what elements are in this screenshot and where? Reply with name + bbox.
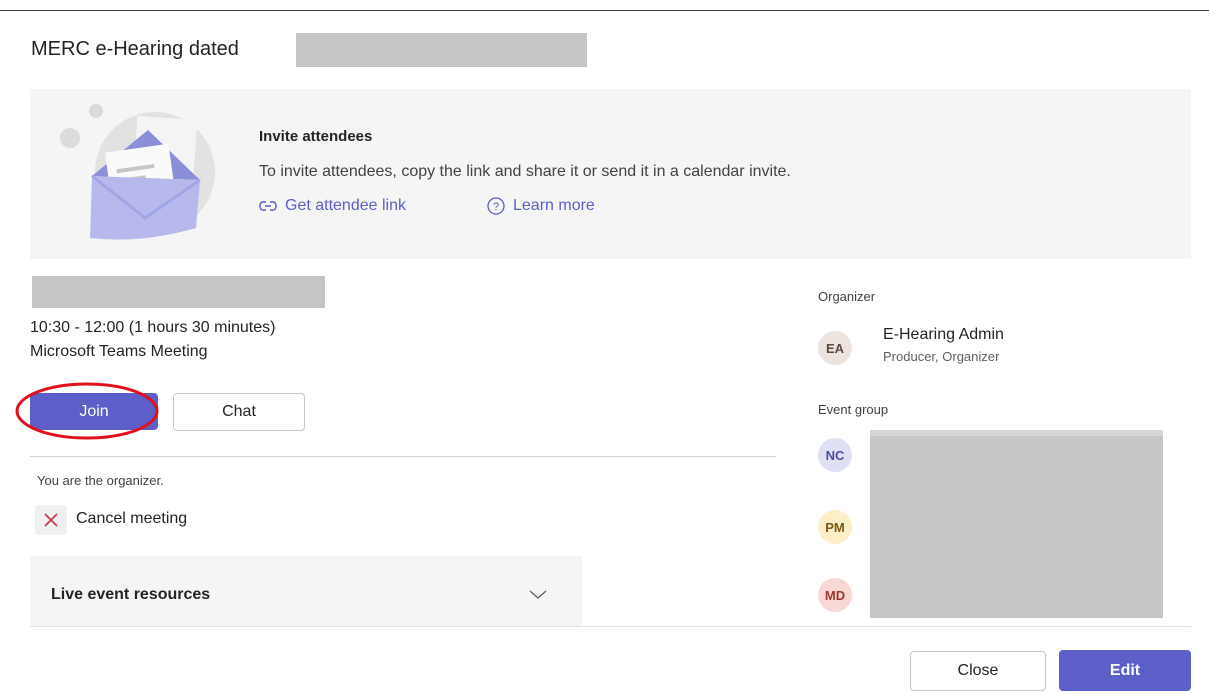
meeting-location: Microsoft Teams Meeting bbox=[30, 343, 208, 360]
live-event-resources-title: Live event resources bbox=[51, 586, 211, 603]
event-group-avatar-nc: NC bbox=[818, 438, 852, 472]
redacted-event-group-names bbox=[870, 430, 1163, 618]
learn-more-link[interactable]: ? Learn more bbox=[487, 197, 595, 215]
cancel-meeting-button[interactable] bbox=[35, 505, 67, 535]
invite-description: To invite attendees, copy the link and s… bbox=[259, 163, 791, 180]
organizer-role: Producer, Organizer bbox=[883, 349, 1000, 364]
svg-text:?: ? bbox=[493, 201, 499, 213]
organizer-name: E-Hearing Admin bbox=[883, 326, 1004, 343]
get-attendee-link[interactable]: Get attendee link bbox=[259, 197, 406, 215]
page-title: MERC e-Hearing dated bbox=[31, 38, 239, 60]
chevron-down-icon[interactable] bbox=[529, 590, 547, 600]
event-group-avatar-md: MD bbox=[818, 578, 852, 612]
chat-button[interactable]: Chat bbox=[173, 393, 305, 431]
close-button[interactable]: Close bbox=[910, 651, 1046, 691]
meeting-time: 10:30 - 12:00 (1 hours 30 minutes) bbox=[30, 319, 276, 336]
organizer-label: Organizer bbox=[818, 289, 876, 304]
annotation-circle bbox=[15, 382, 159, 440]
event-group-avatar-pm: PM bbox=[818, 510, 852, 544]
redacted-date bbox=[296, 33, 587, 67]
top-divider bbox=[0, 10, 1209, 11]
organizer-avatar: EA bbox=[818, 331, 852, 365]
event-group-label: Event group bbox=[818, 402, 889, 417]
organizer-note: You are the organizer. bbox=[37, 473, 164, 488]
envelope-illustration-icon bbox=[60, 104, 215, 240]
help-icon: ? bbox=[487, 197, 505, 215]
cancel-meeting-label[interactable]: Cancel meeting bbox=[76, 510, 187, 528]
invite-title: Invite attendees bbox=[259, 128, 373, 145]
close-icon bbox=[44, 513, 58, 527]
edit-button[interactable]: Edit bbox=[1059, 650, 1191, 691]
redacted-date-line bbox=[32, 276, 325, 308]
link-icon bbox=[259, 201, 277, 211]
footer-divider bbox=[30, 626, 1191, 627]
section-divider bbox=[30, 456, 776, 457]
learn-more-label: Learn more bbox=[513, 197, 595, 214]
get-attendee-link-label: Get attendee link bbox=[285, 197, 406, 214]
